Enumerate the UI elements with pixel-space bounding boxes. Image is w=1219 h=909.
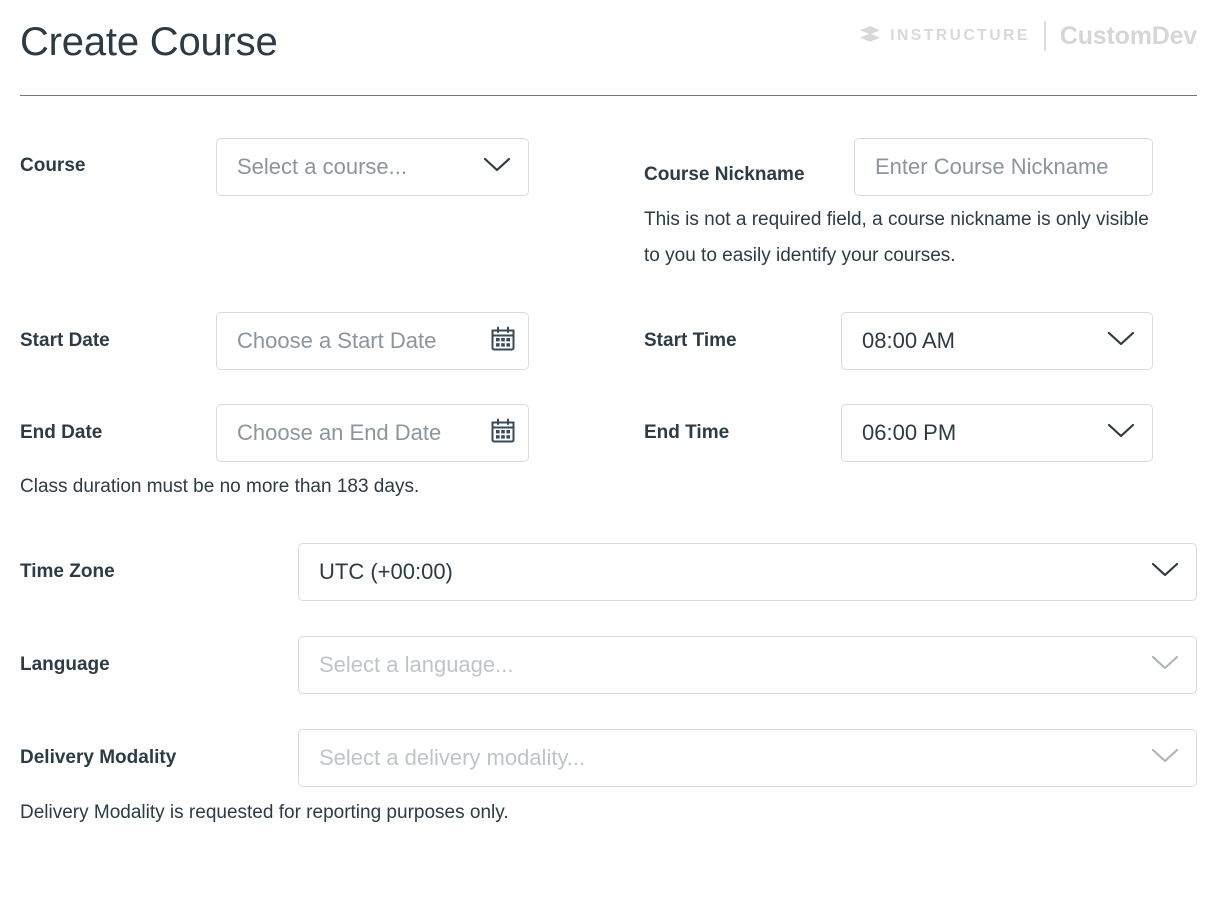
field-start-time: Start Time 08:00 AM (644, 312, 1197, 370)
end-time-label: End Time (644, 422, 730, 443)
form-row-delivery-modality: Delivery Modality Select a delivery moda… (20, 729, 1197, 787)
brand-instructure-text: INSTRUCTURE (890, 27, 1030, 44)
form-row-end: End Date Choose an End Date End Time 06:… (20, 404, 1197, 462)
course-nickname-label-wrap: Course Nickname (644, 138, 854, 189)
language-select-value: Select a language... (319, 652, 514, 677)
create-course-form: Course Select a course... Course Nicknam… (0, 138, 1219, 831)
end-date-label: End Date (20, 422, 103, 443)
end-date-placeholder: Choose an End Date (237, 420, 442, 445)
language-select[interactable]: Select a language... (298, 636, 1197, 694)
calendar-icon[interactable] (490, 418, 516, 449)
form-row-language: Language Select a language... (20, 636, 1197, 694)
field-end-time: End Time 06:00 PM (644, 404, 1197, 462)
chevron-down-icon (1106, 330, 1136, 353)
course-label: Course (20, 155, 86, 176)
field-end-date: End Date Choose an End Date (20, 404, 644, 462)
page-header: Create Course INSTRUCTURE CustomDev (0, 0, 1219, 96)
start-time-label: Start Time (644, 330, 737, 351)
delivery-modality-select[interactable]: Select a delivery modality... (298, 729, 1197, 787)
course-nickname-input[interactable]: Enter Course Nickname (854, 138, 1153, 196)
course-nickname-placeholder: Enter Course Nickname (875, 154, 1109, 179)
time-zone-value: UTC (+00:00) (319, 559, 453, 584)
time-zone-select[interactable]: UTC (+00:00) (298, 543, 1197, 601)
start-date-placeholder: Choose a Start Date (237, 328, 437, 353)
field-course-nickname: Course Nickname Enter Course Nickname Th… (644, 138, 1197, 274)
field-course: Course Select a course... (20, 138, 644, 274)
end-time-value: 06:00 PM (862, 420, 957, 445)
start-date-label: Start Date (20, 330, 110, 351)
field-start-date: Start Date Choose a Start Date (20, 312, 644, 370)
header-divider (20, 95, 1197, 96)
end-date-help-text: Class duration must be no more than 183 … (20, 476, 420, 497)
chevron-down-icon (1150, 561, 1180, 584)
form-row-time-zone: Time Zone UTC (+00:00) (20, 543, 1197, 601)
course-select-value: Select a course... (237, 154, 407, 179)
brand-divider (1043, 21, 1046, 51)
chevron-down-icon (1150, 654, 1180, 677)
language-label: Language (20, 654, 110, 675)
instructure-logo: INSTRUCTURE (859, 25, 1030, 48)
time-zone-label: Time Zone (20, 561, 115, 582)
course-nickname-label: Course Nickname (644, 164, 805, 185)
start-date-input[interactable]: Choose a Start Date (216, 312, 529, 370)
course-select[interactable]: Select a course... (216, 138, 529, 196)
chevron-down-icon (1150, 747, 1180, 770)
delivery-modality-label: Delivery Modality (20, 747, 177, 768)
calendar-icon[interactable] (490, 326, 516, 357)
chevron-down-icon (482, 156, 512, 179)
end-date-input[interactable]: Choose an End Date (216, 404, 529, 462)
form-row-course: Course Select a course... Course Nicknam… (20, 138, 1197, 274)
chevron-down-icon (1106, 422, 1136, 445)
brand-lockup: INSTRUCTURE CustomDev (859, 21, 1197, 51)
delivery-modality-value: Select a delivery modality... (319, 745, 586, 770)
course-nickname-help-text: This is not a required field, a course n… (644, 209, 1149, 266)
start-time-select[interactable]: 08:00 AM (841, 312, 1153, 370)
start-time-value: 08:00 AM (862, 328, 955, 353)
brand-product-text: CustomDev (1059, 21, 1197, 50)
page-title: Create Course (20, 20, 278, 64)
end-time-select[interactable]: 06:00 PM (841, 404, 1153, 462)
delivery-modality-help-text: Delivery Modality is requested for repor… (20, 802, 509, 823)
instructure-layers-icon (859, 25, 881, 48)
form-row-start: Start Date Choose a Start Date Start Tim… (20, 312, 1197, 370)
